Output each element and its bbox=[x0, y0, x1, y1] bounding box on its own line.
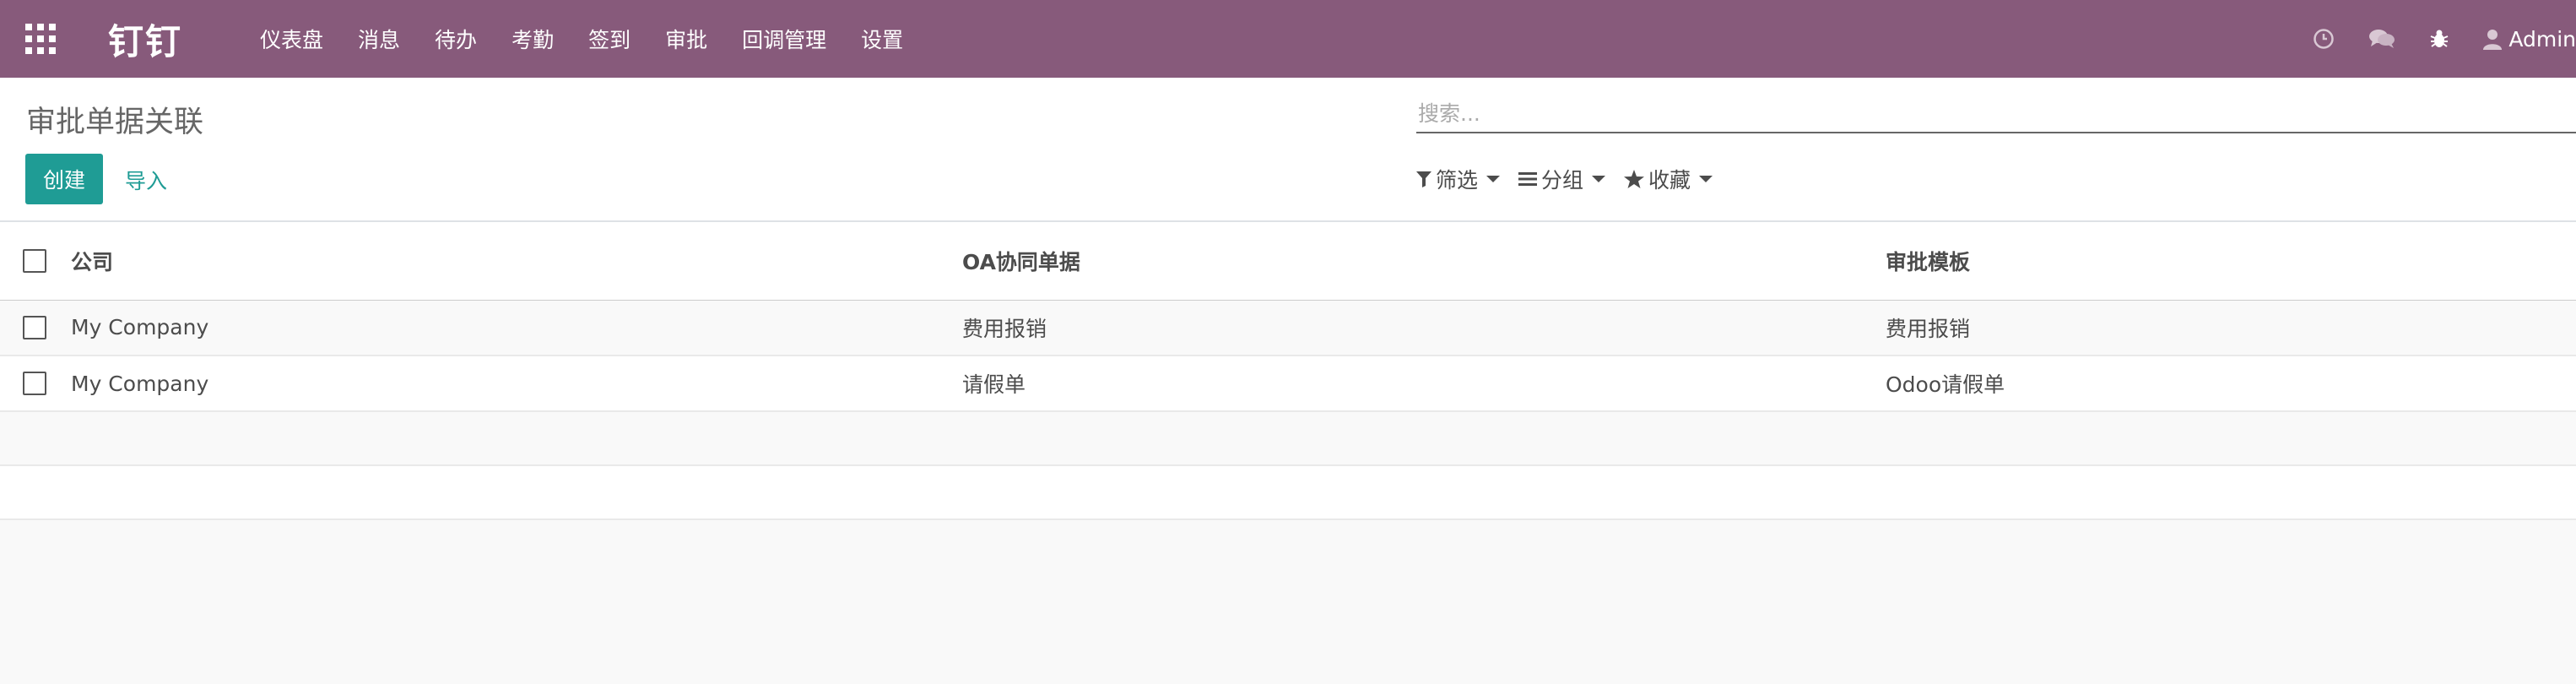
chevron-down-icon bbox=[1699, 176, 1713, 182]
column-header-approval-template[interactable]: 审批模板 bbox=[1886, 222, 2576, 301]
app-brand[interactable]: 钉钉 bbox=[108, 14, 182, 65]
menu-item-messages[interactable]: 消息 bbox=[358, 24, 400, 54]
table-header-row: 公司 OA协同单据 审批模板 bbox=[0, 222, 2576, 301]
favorites-label: 收藏 bbox=[1648, 168, 1691, 193]
apps-menu-icon[interactable] bbox=[25, 24, 56, 54]
column-header-company[interactable]: 公司 bbox=[71, 222, 962, 301]
menu-item-dashboard[interactable]: 仪表盘 bbox=[260, 24, 323, 54]
groupby-dropdown[interactable]: 分组 bbox=[1518, 164, 1606, 194]
records-table: 公司 OA协同单据 审批模板 My Company 费用报销 费用报销 My C… bbox=[0, 222, 2576, 520]
search-bar bbox=[1416, 95, 2576, 133]
list-icon bbox=[1518, 172, 1538, 186]
menu-item-approval[interactable]: 审批 bbox=[665, 24, 707, 54]
user-name: Admin bbox=[2508, 26, 2576, 52]
control-panel: 审批单据关联 创建 导入 筛选 分组 收藏 bbox=[0, 78, 2576, 222]
favorites-dropdown[interactable]: 收藏 bbox=[1624, 164, 1713, 194]
page-title: 审批单据关联 bbox=[26, 106, 204, 139]
user-avatar-icon bbox=[2483, 30, 2503, 50]
cell-company: My Company bbox=[71, 356, 962, 412]
debug-bug-icon[interactable] bbox=[2429, 28, 2449, 50]
filter-icon bbox=[1416, 171, 1431, 187]
menu-item-attendance[interactable]: 考勤 bbox=[511, 24, 554, 54]
main-menu: 仪表盘 消息 待办 考勤 签到 审批 回调管理 设置 bbox=[260, 24, 938, 54]
cell-approval-template: Odoo请假单 bbox=[1886, 356, 2576, 412]
user-menu[interactable]: Admin bbox=[2483, 27, 2576, 52]
table-row[interactable]: My Company 费用报销 费用报销 bbox=[0, 300, 2576, 356]
row-checkbox[interactable] bbox=[23, 372, 46, 395]
top-navbar: 钉钉 仪表盘 消息 待办 考勤 签到 审批 回调管理 设置 Admin bbox=[0, 0, 2576, 78]
cell-company: My Company bbox=[71, 300, 962, 356]
menu-item-checkin[interactable]: 签到 bbox=[588, 24, 630, 54]
import-button[interactable]: 导入 bbox=[125, 165, 167, 195]
cell-oa-document: 费用报销 bbox=[962, 300, 1886, 356]
row-select-cell bbox=[0, 300, 71, 356]
star-icon bbox=[1624, 170, 1645, 188]
empty-table-row bbox=[0, 411, 2576, 466]
menu-item-todo[interactable]: 待办 bbox=[435, 24, 477, 54]
chevron-down-icon bbox=[1486, 176, 1501, 182]
select-all-checkbox[interactable] bbox=[23, 248, 46, 273]
row-select-cell bbox=[0, 356, 71, 412]
groupby-label: 分组 bbox=[1541, 168, 1584, 193]
cell-oa-document: 请假单 bbox=[962, 356, 1886, 412]
column-header-oa-document[interactable]: OA协同单据 bbox=[962, 222, 1886, 301]
clock-icon[interactable] bbox=[2313, 28, 2335, 50]
create-button[interactable]: 创建 bbox=[25, 154, 103, 204]
filter-label: 筛选 bbox=[1436, 168, 1479, 193]
menu-item-settings[interactable]: 设置 bbox=[861, 24, 903, 54]
search-input[interactable] bbox=[1416, 95, 2576, 132]
select-all-cell bbox=[0, 222, 71, 301]
row-checkbox[interactable] bbox=[23, 315, 46, 339]
empty-table-row bbox=[0, 465, 2576, 520]
cell-approval-template: 费用报销 bbox=[1886, 300, 2576, 356]
search-options: 筛选 分组 收藏 bbox=[1416, 164, 1731, 194]
chevron-down-icon bbox=[1592, 176, 1606, 182]
filter-dropdown[interactable]: 筛选 bbox=[1416, 164, 1501, 194]
table-row[interactable]: My Company 请假单 Odoo请假单 bbox=[0, 356, 2576, 412]
chat-icon[interactable] bbox=[2368, 28, 2395, 50]
menu-item-callback[interactable]: 回调管理 bbox=[742, 24, 826, 54]
systray: Admin bbox=[2313, 0, 2576, 78]
